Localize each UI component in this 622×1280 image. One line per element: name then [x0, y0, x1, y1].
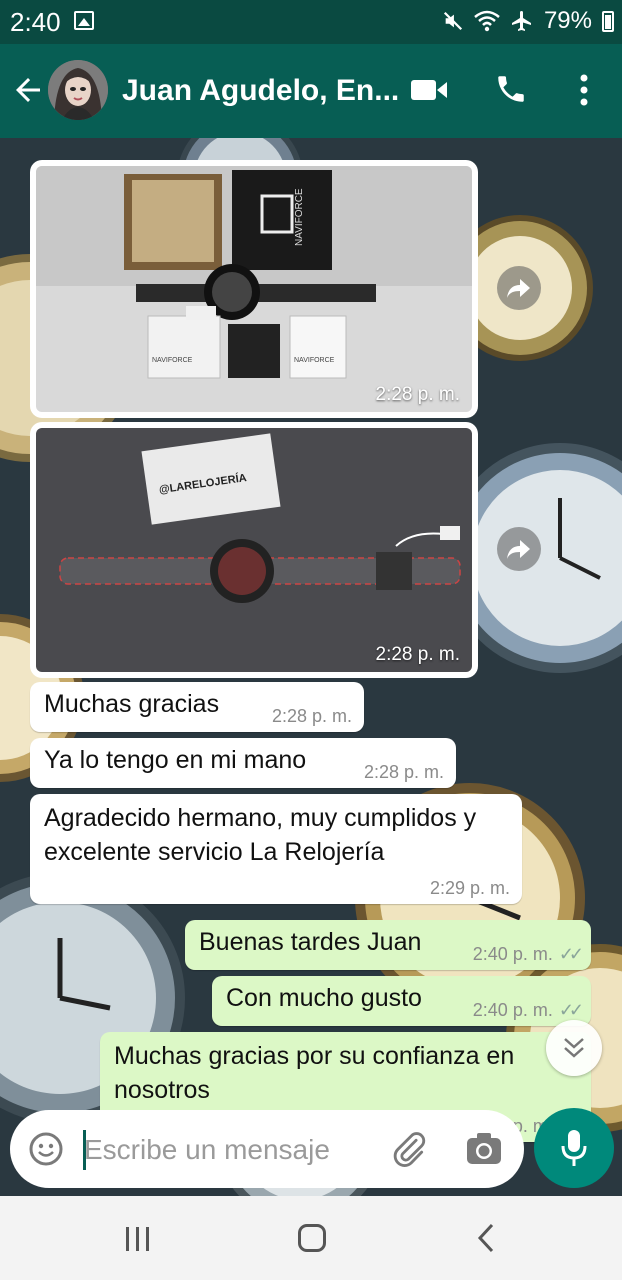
- chat-area[interactable]: NAVIFORCE NAVIFORCE NAVIFORCE 2:28 p. m.…: [0, 138, 622, 1196]
- avatar[interactable]: [48, 60, 108, 120]
- message-meta: 2:28 p. m.: [272, 706, 352, 726]
- forward-button[interactable]: [497, 527, 541, 571]
- message-meta: 2:40 p. m.✓✓: [472, 1000, 584, 1020]
- incoming-message[interactable]: Muchas gracias 2:28 p. m.: [30, 682, 364, 732]
- wifi-icon: [474, 10, 500, 32]
- mic-button[interactable]: [534, 1108, 614, 1188]
- watch-box-photo: NAVIFORCE NAVIFORCE NAVIFORCE: [36, 166, 472, 412]
- message-time: 2:28 p. m.: [271, 706, 352, 726]
- message-meta: 2:28 p. m.: [364, 762, 444, 782]
- image-message[interactable]: NAVIFORCE NAVIFORCE NAVIFORCE 2:28 p. m.: [30, 160, 478, 418]
- incoming-message[interactable]: Ya lo tengo en mi mano 2:28 p. m.: [30, 738, 456, 788]
- message-text: Muchas gracias por su confianza en nosot…: [114, 1042, 515, 1104]
- recent-apps-icon[interactable]: [124, 1226, 152, 1252]
- message-meta: 2:40 p. m.✓✓: [472, 944, 584, 964]
- contact-name[interactable]: Juan Agudelo, En...: [122, 74, 399, 108]
- battery-icon: [602, 10, 614, 32]
- mic-icon: [561, 1130, 587, 1166]
- forward-icon: [507, 279, 530, 298]
- photo-watch[interactable]: @LARELOJERÍA 2:28 p. m.: [36, 428, 472, 672]
- mute-icon: [443, 11, 463, 31]
- video-call-icon[interactable]: [410, 76, 448, 104]
- tag-brand-label: NAVIFORCE: [294, 357, 335, 364]
- read-ticks-icon: ✓✓: [558, 1000, 584, 1020]
- message-text: Agradecido hermano, muy cumplidos y exce…: [44, 804, 477, 866]
- gallery-notification-icon: [74, 11, 94, 30]
- read-ticks-icon: ✓✓: [558, 944, 584, 964]
- chat-header: Juan Agudelo, En...: [0, 44, 622, 138]
- image-message[interactable]: @LARELOJERÍA 2:28 p. m.: [30, 422, 478, 678]
- camera-icon[interactable]: [466, 1132, 502, 1166]
- emoji-icon[interactable]: [28, 1131, 64, 1167]
- forward-icon: [507, 540, 530, 559]
- battery-percent: 79%: [543, 7, 592, 34]
- watch-photo: @LARELOJERÍA: [36, 428, 472, 672]
- message-time: 2:40 p. m.: [472, 944, 553, 964]
- card-brand-label: NAVIFORCE: [152, 357, 193, 364]
- message-composer: [10, 1110, 524, 1188]
- message-time: 2:28 p. m.: [363, 762, 444, 782]
- system-nav-bar: [0, 1196, 622, 1280]
- outgoing-message[interactable]: Buenas tardes Juan 2:40 p. m. ✓✓: [185, 920, 591, 970]
- status-right: 79%: [442, 7, 614, 35]
- incoming-message[interactable]: Agradecido hermano, muy cumplidos y exce…: [30, 794, 522, 904]
- back-arrow-icon[interactable]: [10, 72, 46, 108]
- home-icon[interactable]: [298, 1224, 326, 1252]
- forward-button[interactable]: [497, 266, 541, 310]
- message-input[interactable]: [84, 1130, 374, 1170]
- scroll-down-icon: [564, 1038, 584, 1058]
- scroll-down-button[interactable]: [546, 1020, 602, 1076]
- message-time: 2:28 p. m.: [375, 644, 461, 665]
- status-time: 2:40: [10, 7, 61, 37]
- box-brand-label: NAVIFORCE: [294, 188, 305, 246]
- message-time: 2:28 p. m.: [375, 384, 461, 405]
- message-time: 2:29 p. m.: [429, 878, 510, 898]
- message-meta: 2:29 p. m.: [430, 878, 510, 898]
- attach-icon[interactable]: [390, 1130, 428, 1168]
- outgoing-message[interactable]: Con mucho gusto 2:40 p. m. ✓✓: [212, 976, 591, 1026]
- message-time: 2:40 p. m.: [472, 1000, 553, 1020]
- photo-watch-box[interactable]: NAVIFORCE NAVIFORCE NAVIFORCE 2:28 p. m.: [36, 166, 472, 412]
- nav-back-icon[interactable]: [476, 1223, 496, 1253]
- phone-icon[interactable]: [494, 72, 528, 106]
- status-bar: 2:40 79%: [0, 0, 622, 44]
- more-vert-icon[interactable]: [573, 72, 595, 108]
- airplane-icon: [511, 11, 531, 31]
